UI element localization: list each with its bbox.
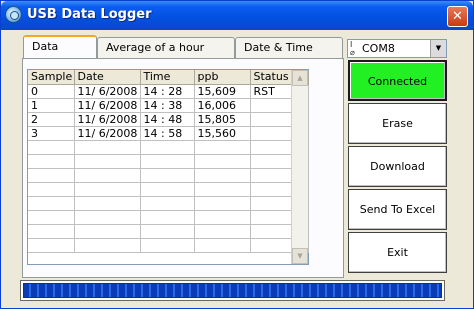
empty-rows [28,140,309,253]
cell-sample: 0 [28,84,75,99]
empty-cell [74,168,141,183]
empty-cell [194,140,251,155]
progress-bar [20,280,445,301]
app-window: USB Data Logger ✕ Data Average of a hour… [0,0,474,309]
header-row: Sample Date Time ppb Status [28,70,309,85]
progress-fill [23,283,442,298]
serial-port-icon: I ⌀ [350,40,355,57]
cell-time: 14 : 38 [140,98,195,113]
title-bar: USB Data Logger ✕ [1,1,473,30]
empty-cell [194,168,251,183]
cell-time: 14 : 28 [140,84,195,99]
empty-table-row [28,210,309,225]
app-icon[interactable] [5,6,22,23]
empty-cell [140,140,195,155]
empty-cell [194,196,251,211]
empty-cell [74,154,141,169]
empty-cell [74,238,141,253]
chevron-down-icon[interactable]: ▼ [430,40,446,57]
scroll-down-icon[interactable]: ▼ [292,248,308,264]
close-button[interactable]: ✕ [447,6,468,27]
download-button[interactable]: Download [348,146,447,187]
scroll-up-icon[interactable]: ▲ [292,70,308,86]
empty-cell [74,182,141,197]
com-port-select[interactable]: I ⌀ COM8 ▼ [347,39,447,58]
data-table: Sample Date Time ppb Status 0 11/ 6/2008… [28,70,309,253]
empty-table-row [28,182,309,197]
cell-time: 14 : 58 [140,126,195,141]
com-port-value: COM8 [362,42,395,55]
empty-cell [140,196,195,211]
empty-cell [28,210,75,225]
table-row[interactable]: 3 11/ 6/2008 14 : 58 15,560 [28,126,309,141]
tab-data-label: Data [32,40,59,53]
empty-cell [194,210,251,225]
empty-cell [140,168,195,183]
empty-table-row [28,238,309,253]
erase-button[interactable]: Erase [348,103,447,144]
empty-cell [194,154,251,169]
cell-time: 14 : 48 [140,112,195,127]
empty-cell [74,224,141,239]
cell-ppb: 15,609 [194,84,251,99]
tab-average-label: Average of a hour [106,41,205,54]
cell-sample: 2 [28,112,75,127]
cell-ppb: 16,006 [194,98,251,113]
tab-data[interactable]: Data [23,35,97,59]
empty-cell [194,182,251,197]
vertical-scrollbar[interactable]: ▲ ▼ [291,70,308,264]
column-header-ppb[interactable]: ppb [194,70,251,85]
cell-sample: 3 [28,126,75,141]
column-header-date[interactable]: Date [74,70,141,85]
empty-table-row [28,154,309,169]
empty-cell [28,196,75,211]
empty-cell [74,210,141,225]
table-row[interactable]: 2 11/ 6/2008 14 : 48 15,805 [28,112,309,127]
column-header-time[interactable]: Time [140,70,195,85]
empty-cell [28,182,75,197]
empty-cell [28,224,75,239]
cell-ppb: 15,805 [194,112,251,127]
empty-cell [74,140,141,155]
tab-average-of-a-hour[interactable]: Average of a hour [97,37,235,58]
empty-cell [140,154,195,169]
exit-button[interactable]: Exit [348,232,447,273]
empty-cell [194,238,251,253]
cell-date: 11/ 6/2008 [74,84,141,99]
column-header-sample[interactable]: Sample [28,70,75,85]
cell-date: 11/ 6/2008 [74,112,141,127]
empty-cell [140,182,195,197]
tab-date-time[interactable]: Date & Time [235,37,343,58]
table-row[interactable]: 0 11/ 6/2008 14 : 28 15,609 RST [28,84,309,99]
empty-cell [28,168,75,183]
window-title: USB Data Logger [27,7,152,22]
empty-table-row [28,140,309,155]
empty-table-row [28,224,309,239]
empty-cell [140,210,195,225]
empty-table-row [28,196,309,211]
empty-cell [28,154,75,169]
empty-table-row [28,168,309,183]
empty-cell [140,238,195,253]
send-to-excel-button[interactable]: Send To Excel [348,189,447,230]
table-row[interactable]: 1 11/ 6/2008 14 : 38 16,006 [28,98,309,113]
empty-cell [74,196,141,211]
cell-date: 11/ 6/2008 [74,98,141,113]
cell-date: 11/ 6/2008 [74,126,141,141]
empty-cell [28,238,75,253]
connected-button[interactable]: Connected [348,60,447,101]
cell-ppb: 15,560 [194,126,251,141]
empty-cell [140,224,195,239]
empty-cell [28,140,75,155]
data-grid[interactable]: Sample Date Time ppb Status 0 11/ 6/2008… [27,69,309,265]
cell-sample: 1 [28,98,75,113]
empty-cell [194,224,251,239]
tab-date-time-label: Date & Time [244,41,313,54]
